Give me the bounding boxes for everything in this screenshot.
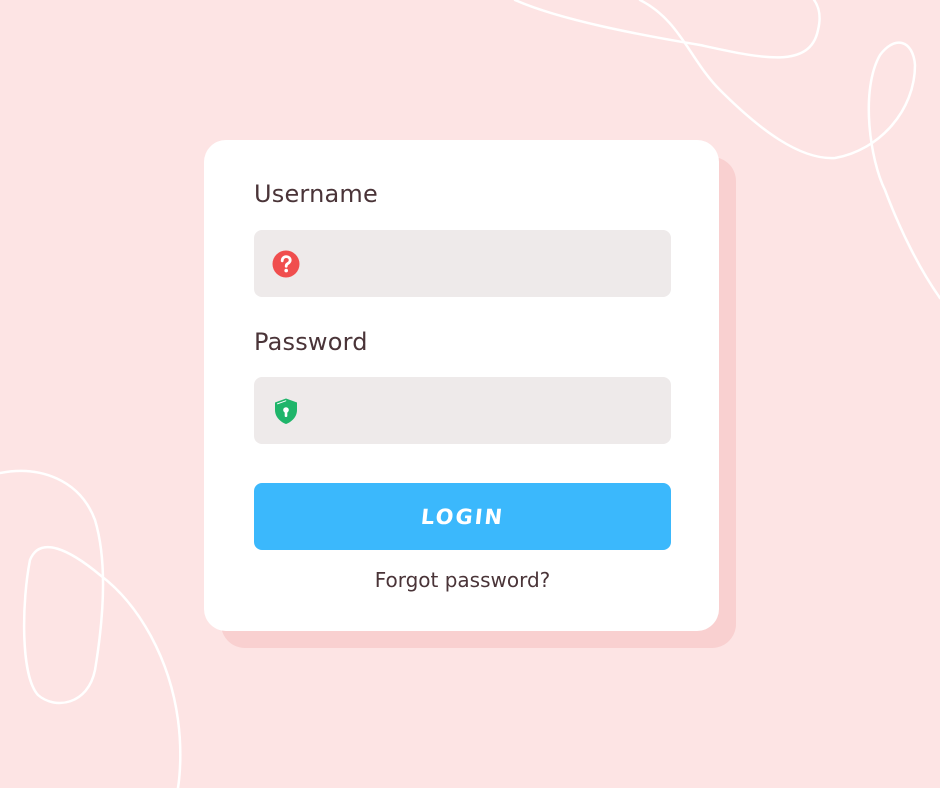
username-input[interactable] bbox=[316, 230, 661, 297]
login-button-label: LOGIN bbox=[419, 504, 506, 529]
password-label: Password bbox=[254, 328, 368, 356]
question-circle-icon bbox=[272, 250, 300, 278]
username-field[interactable] bbox=[254, 230, 671, 297]
login-card: Username Password LOGIN Forgot password? bbox=[204, 140, 719, 631]
password-input[interactable] bbox=[316, 377, 661, 444]
forgot-password-link[interactable]: Forgot password? bbox=[254, 568, 671, 592]
username-label: Username bbox=[254, 180, 378, 208]
shield-lock-icon bbox=[275, 398, 297, 424]
password-field[interactable] bbox=[254, 377, 671, 444]
login-button[interactable]: LOGIN bbox=[254, 483, 671, 550]
